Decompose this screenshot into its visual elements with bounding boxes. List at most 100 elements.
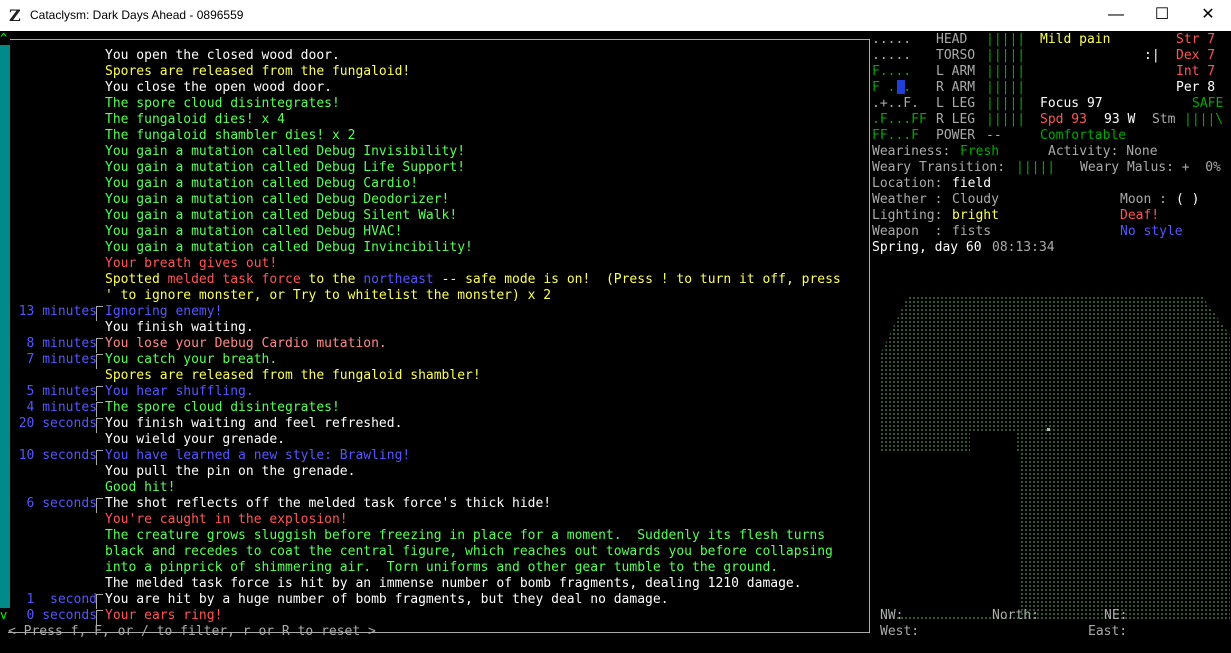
log-timestamp: 8 minutes <box>26 336 97 351</box>
log-message: The fungaloid dies! x 4 <box>105 112 285 128</box>
body-part-health-bar: ||||| <box>986 80 1026 95</box>
log-scrollbar[interactable] <box>0 41 10 609</box>
log-message-segment: You are hit by a huge number of bomb fra… <box>105 592 669 607</box>
log-message: You gain a mutation called Debug Invinci… <box>105 240 473 256</box>
log-message: The shot reflects off the melded task fo… <box>105 496 551 512</box>
overmap-unexplored-area <box>970 431 1015 471</box>
log-group-marker <box>96 610 103 625</box>
martial-style: No style <box>1120 224 1183 239</box>
body-part-health-bar: ||||| <box>986 32 1026 47</box>
log-message-segment: You finish waiting. <box>105 320 254 335</box>
log-message-segment: You hear shuffling. <box>105 384 254 399</box>
body-part-health-bar: ||||| <box>986 64 1026 79</box>
maximize-button[interactable]: ☐ <box>1139 0 1185 31</box>
log-message-segment: Spores are released from the fungaloid! <box>105 64 411 79</box>
weariness-value: Fresh <box>960 144 1000 159</box>
pain-status: Mild pain <box>1040 32 1111 47</box>
log-message: Spores are released from the fungaloid s… <box>105 368 481 384</box>
log-group-marker <box>96 354 103 369</box>
body-part-name: R ARM <box>936 80 976 95</box>
compass-west: West: <box>880 624 920 639</box>
compass-nw: NW: <box>880 608 904 623</box>
body-part-name: L ARM <box>936 64 976 79</box>
moon-label: Moon : <box>1120 192 1167 207</box>
weather-value: Cloudy <box>952 192 999 207</box>
log-message: You lose your Debug Cardio mutation. <box>105 336 387 352</box>
log-message: You gain a mutation called Debug Invisib… <box>105 144 465 160</box>
log-message-segment: melded task force <box>167 272 301 287</box>
log-message: You gain a mutation called Debug Deodori… <box>105 192 449 208</box>
close-button[interactable]: ✕ <box>1185 0 1231 31</box>
log-message: You are hit by a huge number of bomb fra… <box>105 592 669 608</box>
stat-dex: Dex 7 <box>1176 48 1216 63</box>
app-logo-icon: Z <box>9 6 21 25</box>
log-message: The spore cloud disintegrates! <box>105 400 340 416</box>
minimize-button[interactable]: — <box>1093 0 1139 31</box>
log-message: You catch your breath. <box>105 352 277 368</box>
compass-east: East: <box>1088 624 1128 639</box>
log-group-marker <box>96 338 103 353</box>
scroll-up-indicator[interactable]: ^ <box>0 31 10 45</box>
weary-transition-bar: ||||| <box>1016 160 1056 175</box>
player-cursor <box>897 80 905 94</box>
log-message-segment: Ignoring enemy! <box>105 304 223 319</box>
weapon-label: Weapon : <box>872 224 943 239</box>
window-title: Cataclysm: Dark Days Ahead - 0896559 <box>30 8 244 22</box>
compass-north: North: <box>992 608 1039 623</box>
log-group-marker <box>96 594 103 609</box>
log-message: You finish waiting. <box>105 320 254 336</box>
body-part-glyph: ..... <box>872 48 912 63</box>
compass-ne: NE: <box>1104 608 1128 623</box>
focus-value: Focus 97 <box>1040 96 1103 111</box>
log-message: You gain a mutation called Debug HVAC! <box>105 224 402 240</box>
weapon-value: fists <box>952 224 992 239</box>
log-message: Good hit! <box>105 480 175 496</box>
scroll-down-indicator[interactable]: v <box>0 608 10 622</box>
log-timestamp: 20 seconds <box>18 416 97 431</box>
log-message: You're caught in the explosion! <box>105 512 348 528</box>
log-message: You close the open wood door. <box>105 80 332 96</box>
log-timestamp: 7 minutes <box>26 352 97 367</box>
log-message: The creature grows sluggish before freez… <box>105 528 825 544</box>
log-message-segment: Your breath gives out! <box>105 256 278 271</box>
game-terminal: ^ v You open the closed wood door. Spores… <box>0 31 1231 653</box>
log-message: You wield your grenade. <box>105 432 285 448</box>
log-message: You gain a mutation called Debug Cardio! <box>105 176 418 192</box>
log-message: Spores are released from the fungaloid! <box>105 64 410 80</box>
log-message-segment: The melded task force is hit by an immen… <box>105 576 802 591</box>
log-message-segment: You gain a mutation called Debug HVAC! <box>105 224 403 239</box>
log-message-segment: The spore cloud disintegrates! <box>105 400 340 415</box>
safe-mode-indicator: SAFE <box>1192 96 1224 111</box>
log-message-segment: The spore cloud disintegrates! <box>105 96 340 111</box>
body-part-health-bar: ||||| <box>986 96 1026 111</box>
log-message-segment: ' to ignore monster, or Try to whitelist… <box>105 288 552 303</box>
location-label: Location: <box>872 176 943 191</box>
body-part-glyph: FF...F <box>872 128 919 143</box>
log-message-segment: You wield your grenade. <box>105 432 286 447</box>
time-display: 08:13:34 <box>992 240 1055 255</box>
activity-status: Activity: None <box>1048 144 1158 159</box>
stat-str: Str 7 <box>1176 32 1216 47</box>
log-message: You open the closed wood door. <box>105 48 340 64</box>
log-message-segment: You gain a mutation called Debug Invisib… <box>105 144 466 159</box>
log-message: black and recedes to coat the central fi… <box>105 544 833 560</box>
log-message-segment: to the <box>300 272 364 287</box>
weather-label: Weather : <box>872 192 943 207</box>
log-message-segment: You gain a mutation called Debug Invinci… <box>105 240 473 255</box>
log-message: into a pinprick of shimmering air. Torn … <box>105 560 778 576</box>
weary-malus: Weary Malus: + 0% <box>1080 160 1221 175</box>
body-part-health-bar: ||||| <box>986 112 1026 127</box>
log-message-segment: You gain a mutation called Debug Deodori… <box>105 192 450 207</box>
log-message: You finish waiting and feel refreshed. <box>105 416 402 432</box>
body-part-name: R LEG <box>936 112 976 127</box>
speed-value: Spd 93 <box>1040 112 1087 127</box>
log-timestamp: 0 seconds <box>26 608 97 623</box>
overmap-unexplored-area <box>880 452 1020 617</box>
log-message-segment: You catch your breath. <box>105 352 278 367</box>
log-group-marker <box>96 418 103 433</box>
log-message-segment: into a pinprick of shimmering air. Torn … <box>105 560 779 575</box>
log-timestamp: 5 minutes <box>26 384 97 399</box>
log-message: You pull the pin on the grenade. <box>105 464 355 480</box>
log-message-segment: You gain a mutation called Debug Life Su… <box>105 160 466 175</box>
log-timestamp: 13 minutes <box>18 304 97 319</box>
